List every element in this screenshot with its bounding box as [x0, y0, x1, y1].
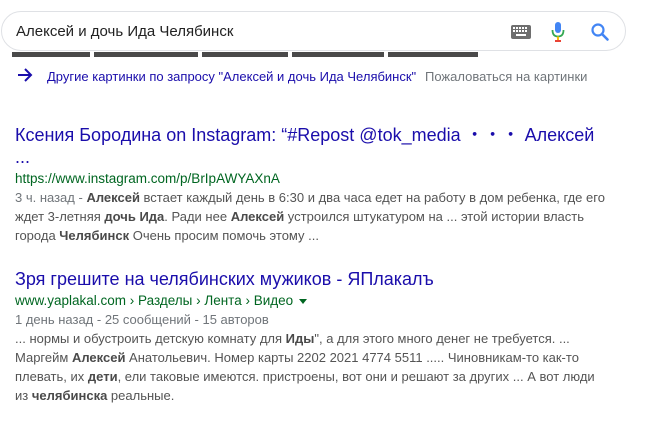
snippet-text: плевать, их: [15, 369, 88, 384]
snippet-bold: дети: [87, 369, 118, 384]
snippet-bold: Алексей: [230, 209, 285, 224]
search-result: Зря грешите на челябинских мужиков - ЯПл…: [15, 268, 615, 405]
result-date: 3 ч. назад -: [15, 190, 87, 205]
microphone-icon[interactable]: [551, 21, 565, 48]
snippet-text: ", а для этого много денег не требуется.…: [314, 331, 570, 346]
result-url-text[interactable]: www.yaplakal.com › Разделы › Лента › Вид…: [15, 293, 293, 308]
snippet-bold: Алексей: [86, 190, 140, 205]
snippet-text: ... нормы и обустроить детскую комнату д…: [15, 331, 286, 346]
keyboard-icon[interactable]: [511, 25, 531, 44]
snippet-text: ждет 3-летняя: [15, 209, 105, 224]
snippet-bold: Иды: [285, 331, 315, 346]
arrow-right-icon[interactable]: [17, 68, 33, 85]
snippet-text: Маргейм: [15, 350, 72, 365]
snippet-text: . Ради нее: [164, 209, 231, 224]
snippet-text: , ели таковые имеются. пристроены, вот о…: [117, 369, 595, 384]
search-input[interactable]: Алексей и дочь Ида Челябинск: [16, 23, 233, 40]
result-title[interactable]: Зря грешите на челябинских мужиков - ЯПл…: [15, 268, 615, 290]
snippet-bold: дочь Ида: [104, 209, 165, 224]
result-title-line[interactable]: ...: [15, 146, 615, 168]
search-result: Ксения Бородина on Instagram: “#Repost @…: [15, 124, 615, 245]
result-url[interactable]: www.yaplakal.com › Разделы › Лента › Вид…: [15, 292, 615, 310]
result-meta: 1 день назад - 25 сообщений - 15 авторов: [15, 312, 269, 327]
result-title-line[interactable]: Ксения Бородина on Instagram: “#Repost @…: [15, 124, 615, 146]
more-images-link[interactable]: Другие картинки по запросу "Алексей и до…: [47, 69, 416, 84]
snippet-text: встает каждый день в 6:30 и два часа еде…: [139, 190, 605, 205]
snippet-text: устроился штукатуром на ... этой истории…: [284, 209, 585, 224]
snippet-text: Очень просим помочь этому ...: [129, 228, 319, 243]
snippet-text: из: [15, 388, 32, 403]
snippet-bold: челябинска: [31, 388, 108, 403]
result-snippet: 1 день назад - 25 сообщений - 15 авторов…: [15, 310, 615, 405]
report-images-link[interactable]: Пожаловаться на картинки: [425, 69, 587, 84]
result-title[interactable]: Ксения Бородина on Instagram: “#Repost @…: [15, 124, 615, 168]
caret-down-icon[interactable]: [299, 298, 308, 304]
snippet-text: Анатольевич. Номер карты 2202 2021 4774 …: [125, 350, 579, 365]
result-snippet: 3 ч. назад - Алексей встает каждый день …: [15, 188, 615, 245]
snippet-bold: Алексей: [71, 350, 126, 365]
image-thumbnails-strip[interactable]: [12, 52, 480, 57]
result-url[interactable]: https://www.instagram.com/p/BrIpAWYAXnA: [15, 170, 615, 188]
snippet-text: города: [15, 228, 60, 243]
snippet-bold: Челябинск: [59, 228, 130, 243]
search-bar[interactable]: Алексей и дочь Ида Челябинск: [1, 11, 626, 51]
snippet-text: реальные.: [107, 388, 175, 403]
search-icon[interactable]: [590, 22, 610, 47]
